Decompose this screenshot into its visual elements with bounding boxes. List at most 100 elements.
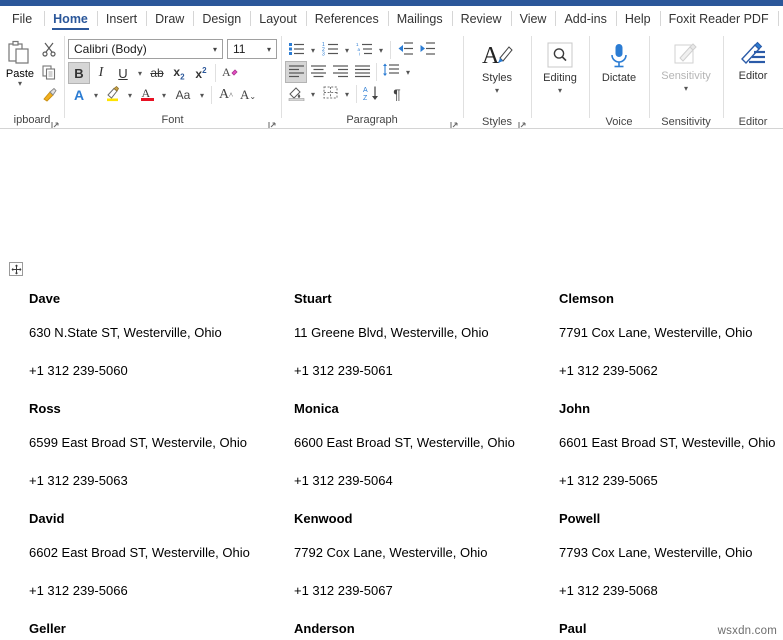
multilevel-list-chevron-down-icon[interactable]: ▾ xyxy=(375,39,387,61)
change-case-chevron-down-icon[interactable]: ▾ xyxy=(196,84,208,106)
font-name-chevron-down-icon[interactable]: ▾ xyxy=(210,45,220,54)
sensitivity-label-icon xyxy=(671,41,701,69)
contact-cell[interactable]: Clemson 7791 Cox Lane, Westerville, Ohio +… xyxy=(559,281,783,391)
ribbon-tab-layout[interactable]: Layout xyxy=(250,6,306,31)
text-effects-button[interactable]: A xyxy=(68,84,90,106)
format-painter-button[interactable] xyxy=(38,85,60,107)
multilevel-list-button[interactable]: 1 a i xyxy=(353,39,375,61)
font-name-combobox[interactable]: Calibri (Body) ▾ xyxy=(68,39,223,59)
bold-button[interactable]: B xyxy=(68,62,90,84)
borders-chevron-down-icon[interactable]: ▾ xyxy=(341,83,353,105)
ribbon-tab-design[interactable]: Design xyxy=(193,6,250,31)
editor-button[interactable]: Editor xyxy=(727,37,779,115)
contact-cell[interactable]: Kenwood 7792 Cox Lane, Westerville, Ohio +… xyxy=(294,501,559,611)
ribbon-tab-table-de[interactable]: Table De xyxy=(777,6,783,31)
clipboard-dialog-launcher[interactable] xyxy=(51,117,60,128)
align-right-button[interactable] xyxy=(329,61,351,83)
ribbon-tab-help[interactable]: Help xyxy=(615,6,660,31)
copy-button[interactable] xyxy=(38,62,60,84)
contact-cell[interactable]: Ross 6599 East Broad ST, Westervile, Ohio… xyxy=(29,391,294,501)
change-case-label: Aa xyxy=(175,88,191,102)
styles-dialog-launcher[interactable] xyxy=(518,117,527,128)
font-size-chevron-down-icon[interactable]: ▾ xyxy=(264,45,274,54)
editing-group-label xyxy=(531,115,589,128)
contact-cell[interactable]: Monica 6600 East Broad ST, Westerville, O… xyxy=(294,391,559,501)
shrink-font-button[interactable]: A⌄ xyxy=(237,84,259,106)
decrease-indent-button[interactable] xyxy=(394,39,416,61)
line-spacing-chevron-down-icon[interactable]: ▾ xyxy=(402,61,414,83)
font-color-button[interactable]: A xyxy=(136,84,158,106)
paragraph-group-label: Paragraph xyxy=(346,114,398,126)
superscript-button[interactable]: x2 xyxy=(190,62,212,84)
font-dialog-launcher[interactable] xyxy=(268,117,277,128)
ribbon-tab-references[interactable]: References xyxy=(305,6,388,31)
font-size-combobox[interactable]: 11 ▾ xyxy=(227,39,277,59)
bullets-button[interactable] xyxy=(285,39,307,61)
document-area[interactable]: Dave 630 N.State ST, Westerville, Ohio +1 … xyxy=(0,129,783,640)
increase-indent-button[interactable] xyxy=(416,39,438,61)
sort-button[interactable]: A Z xyxy=(360,83,386,105)
styles-icon: A xyxy=(480,41,514,71)
editing-chevron-down-icon[interactable]: ▾ xyxy=(558,86,562,95)
underline-chevron-down-icon[interactable]: ▾ xyxy=(134,62,146,84)
sensitivity-chevron-down-icon[interactable]: ▾ xyxy=(684,84,688,93)
contact-cell[interactable]: Dave 630 N.State ST, Westerville, Ohio +1 … xyxy=(29,281,294,391)
table-move-handle[interactable] xyxy=(9,262,23,276)
watermark: wsxdn.com xyxy=(717,625,777,637)
borders-button[interactable] xyxy=(319,83,341,105)
ribbon-tab-review[interactable]: Review xyxy=(451,6,511,31)
editing-button[interactable]: Editing ▾ xyxy=(535,37,585,115)
contact-cell[interactable]: Geller7794 Cox Lane, Westerville, Ohio+1… xyxy=(29,611,294,640)
contact-cell[interactable]: Anderson7795 Cox Lane, Westerville, Ohio… xyxy=(294,611,559,640)
contact-cell[interactable]: John 6601 East Broad ST, Westeville, Ohio… xyxy=(559,391,783,501)
italic-button[interactable]: I xyxy=(90,62,112,84)
styles-button[interactable]: A Styles ▾ xyxy=(471,37,523,115)
text-highlight-chevron-down-icon[interactable]: ▾ xyxy=(124,84,136,106)
shading-button[interactable] xyxy=(285,83,307,105)
multilevel-list-icon: 1 a i xyxy=(356,41,373,59)
justify-button[interactable] xyxy=(351,61,373,83)
subscript-button[interactable]: x2 xyxy=(168,62,190,84)
ribbon-tab-file[interactable]: File xyxy=(6,6,44,31)
sensitivity-button[interactable]: Sensitivity ▾ xyxy=(653,37,719,115)
styles-chevron-down-icon[interactable]: ▾ xyxy=(495,86,499,95)
align-left-button[interactable] xyxy=(285,61,307,83)
svg-text:A: A xyxy=(222,65,231,79)
line-spacing-button[interactable] xyxy=(380,61,402,83)
strikethrough-button[interactable]: ab xyxy=(146,62,168,84)
text-highlight-button[interactable] xyxy=(102,84,124,106)
change-case-button[interactable]: Aa xyxy=(170,84,196,106)
numbering-chevron-down-icon[interactable]: ▾ xyxy=(341,39,353,61)
dictate-button[interactable]: Dictate xyxy=(593,37,645,115)
text-effects-chevron-down-icon[interactable]: ▾ xyxy=(90,84,102,106)
align-center-button[interactable] xyxy=(307,61,329,83)
cut-button[interactable] xyxy=(38,39,60,61)
ribbon-tab-insert[interactable]: Insert xyxy=(96,6,146,31)
underline-button[interactable]: U xyxy=(112,62,134,84)
ribbon-tab-mailings[interactable]: Mailings xyxy=(387,6,452,31)
show-formatting-marks-button[interactable]: ¶ xyxy=(386,83,408,105)
grow-font-button[interactable]: A^ xyxy=(215,84,237,106)
clear-formatting-button[interactable]: A xyxy=(219,62,241,84)
contact-cell[interactable]: Powell 7793 Cox Lane, Westerville, Ohio +1… xyxy=(559,501,783,611)
document-page[interactable]: Dave 630 N.State ST, Westerville, Ohio +1 … xyxy=(0,129,783,640)
numbering-button[interactable]: 1 2 3 xyxy=(319,39,341,61)
paste-button[interactable]: Paste ▾ xyxy=(2,37,38,88)
ribbon-tab-home[interactable]: Home xyxy=(44,6,97,31)
ribbon-tab-foxit-reader-pdf[interactable]: Foxit Reader PDF xyxy=(659,6,778,31)
ribbon-tab-add-ins[interactable]: Add-ins xyxy=(555,6,615,31)
ribbon-tab-view[interactable]: View xyxy=(510,6,556,31)
contact-cell[interactable]: Stuart 11 Greene Blvd, Westerville, Ohio +… xyxy=(294,281,559,391)
paste-chevron-down-icon[interactable]: ▾ xyxy=(18,79,22,88)
paragraph-dialog-launcher[interactable] xyxy=(450,117,459,128)
ribbon-group-paragraph: ▾ 1 2 3 ▾ 1 a i ▾ ▾ ▾ ▾ A Z ¶ Paragraph xyxy=(281,32,463,128)
contact-cell[interactable]: David 6602 East Broad ST, Westerville, Oh… xyxy=(29,501,294,611)
justify-icon xyxy=(354,64,371,81)
font-color-chevron-down-icon[interactable]: ▾ xyxy=(158,84,170,106)
ribbon-tab-draw[interactable]: Draw xyxy=(146,6,193,31)
shading-chevron-down-icon[interactable]: ▾ xyxy=(307,83,319,105)
contact-address: 6600 East Broad ST, Westerville, Ohio xyxy=(294,434,515,450)
contact-name: Clemson xyxy=(559,290,614,306)
bullets-chevron-down-icon[interactable]: ▾ xyxy=(307,39,319,61)
svg-text:3: 3 xyxy=(322,52,325,57)
